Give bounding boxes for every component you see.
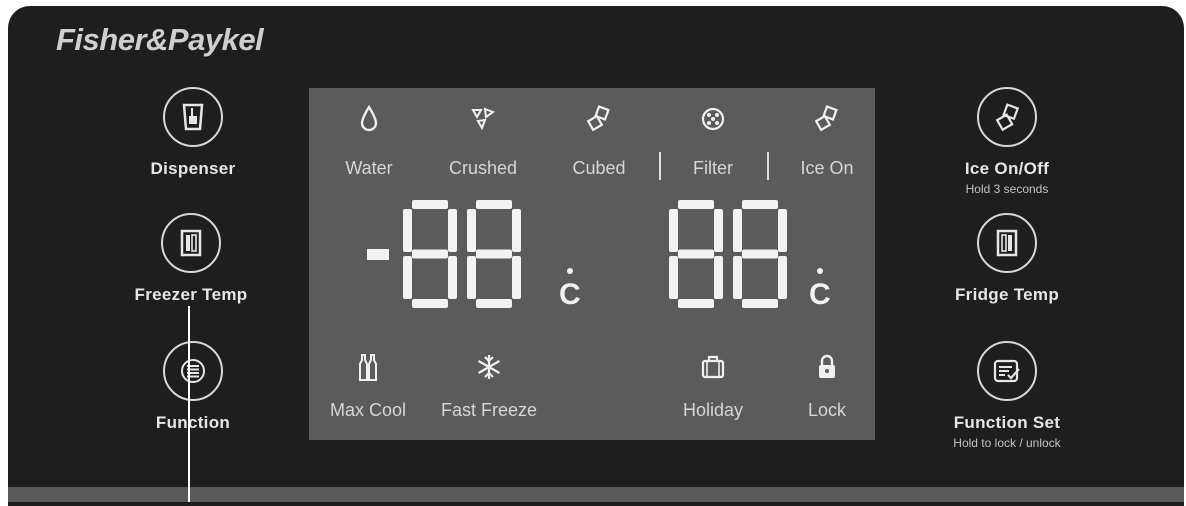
separator xyxy=(767,152,769,180)
lock-label: Lock xyxy=(807,400,847,420)
holiday-indicator: Holiday xyxy=(671,350,755,421)
suitcase-icon xyxy=(671,350,755,384)
filter-label: Filter xyxy=(693,158,733,178)
ice-on-off-label: Ice On/Off xyxy=(964,159,1050,178)
filter-icon xyxy=(671,102,755,136)
fridge-unit: C xyxy=(809,268,831,312)
digit-segment xyxy=(476,249,512,259)
digit-segment xyxy=(412,299,448,308)
function-label: Function xyxy=(155,413,231,432)
snowflake-icon xyxy=(431,350,547,384)
fridge-temp-button[interactable]: Fridge Temp xyxy=(922,213,1092,305)
digit-segment xyxy=(778,209,787,252)
digit-segment xyxy=(669,256,678,299)
freezer-unit: C xyxy=(559,268,581,312)
function-set-label: Function Set xyxy=(953,413,1061,432)
fridge-unit-letter: C xyxy=(809,278,831,311)
lcd-display: Water Crushed Cubed Filter Ice On C C Ma… xyxy=(309,88,875,440)
fast-freeze-label: Fast Freeze xyxy=(440,400,538,420)
digit-segment xyxy=(742,299,778,308)
freezer-unit-letter: C xyxy=(559,278,581,311)
holiday-label: Holiday xyxy=(682,400,744,420)
ice-cube-icon xyxy=(785,102,869,136)
digit-segment xyxy=(476,299,512,308)
max-cool-indicator: Max Cool xyxy=(325,350,411,421)
ice-on-off-button[interactable]: Ice On/Off Hold 3 seconds xyxy=(922,87,1092,196)
max-cool-label: Max Cool xyxy=(329,400,407,420)
callout-pointer-line xyxy=(188,306,190,502)
minus-segment xyxy=(367,249,389,260)
cubed-label: Cubed xyxy=(572,158,626,178)
digit-segment xyxy=(678,299,714,308)
freezer-temp-button[interactable]: Freezer Temp xyxy=(106,213,276,305)
ice-on-off-hint: Hold 3 seconds xyxy=(965,182,1049,196)
separator xyxy=(659,152,661,180)
digit-segment xyxy=(412,200,448,209)
function-set-button[interactable]: Function Set Hold to lock / unlock xyxy=(922,341,1092,450)
digit-segment xyxy=(733,209,742,252)
digit-segment xyxy=(403,209,412,252)
digit-segment xyxy=(678,200,714,209)
digit-segment xyxy=(742,200,778,209)
cubed-indicator: Cubed xyxy=(557,102,641,179)
lock-indicator: Lock xyxy=(785,350,869,421)
digit-segment xyxy=(714,209,723,252)
menu-lines-icon[interactable] xyxy=(163,341,223,401)
padlock-icon xyxy=(785,350,869,384)
digit-segment xyxy=(512,256,521,299)
filter-indicator: Filter xyxy=(671,102,755,179)
digit-segment xyxy=(669,209,678,252)
function-button[interactable]: Function xyxy=(108,341,278,433)
ice-on-indicator: Ice On xyxy=(785,102,869,179)
freezer-temperature-readout xyxy=(367,200,521,308)
digit-segment xyxy=(448,209,457,252)
digit-segment xyxy=(742,249,778,259)
dispenser-label: Dispenser xyxy=(150,159,236,178)
digit-segment xyxy=(512,209,521,252)
crushed-label: Crushed xyxy=(448,158,518,178)
ice-cube-icon xyxy=(557,102,641,136)
digit-segment xyxy=(448,256,457,299)
degree-dot xyxy=(567,268,573,274)
digit-segment xyxy=(714,256,723,299)
water-drop-icon xyxy=(327,102,411,136)
checklist-icon[interactable] xyxy=(977,341,1037,401)
water-label: Water xyxy=(345,158,393,178)
digit-segment xyxy=(778,256,787,299)
digit-segment xyxy=(467,256,476,299)
bottles-icon xyxy=(325,350,411,384)
fast-freeze-indicator: Fast Freeze xyxy=(431,350,547,421)
glass-icon[interactable] xyxy=(163,87,223,147)
fridge-temp-label: Fridge Temp xyxy=(954,285,1060,304)
digit-segment xyxy=(476,200,512,209)
panel-bottom-strip xyxy=(8,487,1184,502)
digit-segment xyxy=(403,256,412,299)
crushed-indicator: Crushed xyxy=(437,102,529,179)
freezer-door-icon[interactable] xyxy=(161,213,221,273)
ice-on-label: Ice On xyxy=(800,158,854,178)
fridge-temperature-readout xyxy=(669,200,787,308)
crushed-ice-icon xyxy=(437,102,529,136)
water-indicator: Water xyxy=(327,102,411,179)
brand-logo: Fisher&Paykel xyxy=(56,22,264,57)
digit-segment xyxy=(412,249,448,259)
degree-dot xyxy=(817,268,823,274)
dispenser-button[interactable]: Dispenser xyxy=(108,87,278,179)
freezer-temp-label: Freezer Temp xyxy=(134,285,248,304)
function-set-hint: Hold to lock / unlock xyxy=(953,436,1061,450)
digit-segment xyxy=(467,209,476,252)
digit-segment xyxy=(678,249,714,259)
fridge-door-icon[interactable] xyxy=(977,213,1037,273)
ice-cube-icon[interactable] xyxy=(977,87,1037,147)
digit-segment xyxy=(733,256,742,299)
